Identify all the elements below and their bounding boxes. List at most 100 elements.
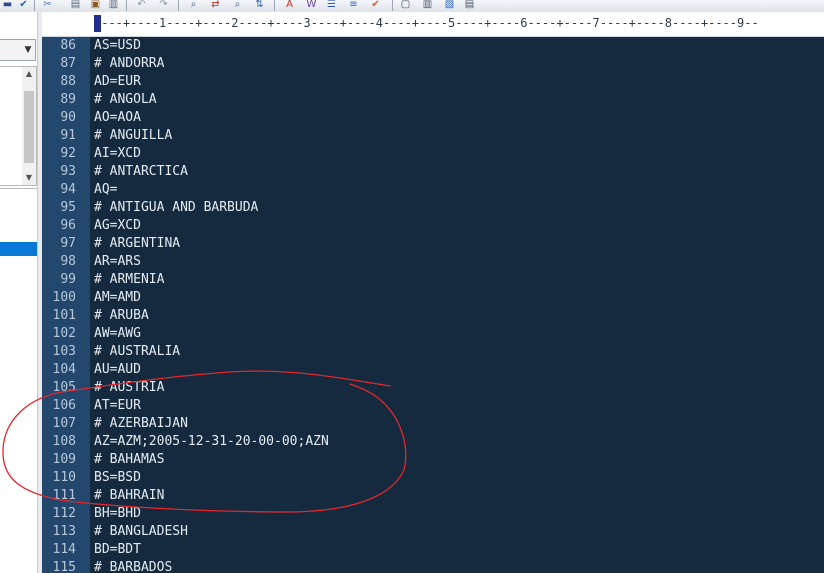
code-line[interactable]: 94 AQ= — [42, 181, 824, 199]
line-text[interactable]: AO=AOA — [94, 109, 141, 127]
code-line[interactable]: 97 # ARGENTINA — [42, 235, 824, 253]
code-line[interactable]: 110 BS=BSD — [42, 469, 824, 487]
compare-icon[interactable]: ▧ — [442, 0, 457, 11]
line-text[interactable]: AI=XCD — [94, 145, 141, 163]
code-line[interactable]: 104 AU=AUD — [42, 361, 824, 379]
line-text[interactable]: # BAHRAIN — [94, 487, 164, 505]
toolbar-separator — [274, 0, 275, 11]
code-line[interactable]: 89 # ANGOLA — [42, 91, 824, 109]
line-text[interactable]: AQ= — [94, 181, 117, 199]
code-line[interactable]: 107 # AZERBAIJAN — [42, 415, 824, 433]
line-text[interactable]: # AUSTRIA — [94, 379, 164, 397]
line-number: 98 — [60, 254, 76, 269]
code-line[interactable]: 95 # ANTIGUA AND BARBUDA — [42, 199, 824, 217]
code-line[interactable]: 87 # ANDORRA — [42, 55, 824, 73]
line-text[interactable]: # BAHAMAS — [94, 451, 164, 469]
code-line[interactable]: 115 # BARBADOS — [42, 559, 824, 573]
spell-check-icon[interactable]: ✔ — [368, 0, 383, 11]
chevron-down-icon[interactable]: ▼ — [21, 40, 35, 60]
code-line[interactable]: 96 AG=XCD — [42, 217, 824, 235]
line-text[interactable]: # BANGLADESH — [94, 523, 188, 541]
function-list-box[interactable]: ▲ ▼ — [0, 66, 37, 186]
code-line[interactable]: 91 # ANGUILLA — [42, 127, 824, 145]
left-pane: ▼ ▲ ▼ — [0, 12, 42, 573]
code-line[interactable]: 90 AO=AOA — [42, 109, 824, 127]
line-text[interactable]: BH=BHD — [94, 505, 141, 523]
line-text[interactable]: # ARUBA — [94, 307, 149, 325]
line-text[interactable]: AS=USD — [94, 37, 141, 55]
copy-icon[interactable]: ▤ — [68, 0, 83, 11]
line-text[interactable]: AT=EUR — [94, 397, 141, 415]
word-wrap-icon[interactable]: W — [304, 0, 319, 11]
line-text[interactable]: AD=EUR — [94, 73, 141, 91]
check-icon[interactable]: ✔ — [16, 0, 31, 11]
replace-icon[interactable]: ⇄ — [208, 0, 223, 11]
line-text[interactable]: # BARBADOS — [94, 559, 172, 573]
undo-icon[interactable]: ↶ — [134, 0, 149, 11]
list-scrollbar[interactable]: ▲ ▼ — [22, 67, 36, 185]
sort-icon[interactable]: ⇅ — [252, 0, 267, 11]
line-text[interactable]: # ANGOLA — [94, 91, 157, 109]
line-text[interactable]: # ANDORRA — [94, 55, 164, 73]
code-line[interactable]: 98 AR=ARS — [42, 253, 824, 271]
line-text[interactable]: AZ=AZM;2005-12-31-20-00-00;AZN — [94, 433, 329, 451]
code-line[interactable]: 106 AT=EUR — [42, 397, 824, 415]
code-line[interactable]: 113 # BANGLADESH — [42, 523, 824, 541]
line-text[interactable]: AM=AMD — [94, 289, 141, 307]
code-line[interactable]: 105 # AUSTRIA — [42, 379, 824, 397]
selected-tree-item[interactable] — [0, 242, 37, 256]
line-text[interactable]: # ARMENIA — [94, 271, 164, 289]
line-text[interactable]: AU=AUD — [94, 361, 141, 379]
code-line[interactable]: 102 AW=AWG — [42, 325, 824, 343]
find-in-files-icon[interactable]: ⌕ — [230, 0, 245, 11]
line-text[interactable]: AR=ARS — [94, 253, 141, 271]
font-icon[interactable]: A — [282, 0, 297, 11]
abc-icon[interactable]: ≡ — [346, 0, 361, 11]
code-line[interactable]: 100 AM=AMD — [42, 289, 824, 307]
line-text[interactable]: # ANTARCTICA — [94, 163, 188, 181]
code-line[interactable]: 101 # ARUBA — [42, 307, 824, 325]
toolbar-separator — [126, 0, 127, 11]
code-editor[interactable]: ----+----1----+----2----+----3----+----4… — [42, 12, 824, 573]
find-icon[interactable]: ⌕ — [186, 0, 201, 11]
editor-lines[interactable]: 86 AS=USD 87 # ANDORRA 88 AD=EUR 89 # ANGOLA 90 A… — [42, 37, 824, 573]
file-type-dropdown[interactable]: ▼ — [0, 39, 36, 61]
scroll-thumb[interactable] — [24, 91, 34, 163]
doc-icon[interactable]: ▤ — [462, 0, 477, 11]
code-line[interactable]: 111 # BAHRAIN — [42, 487, 824, 505]
toolbar-separator — [392, 0, 393, 11]
save-icon[interactable]: ▬ — [0, 0, 15, 11]
code-line[interactable]: 103 # AUSTRALIA — [42, 343, 824, 361]
line-text[interactable]: # ANGUILLA — [94, 127, 172, 145]
line-text[interactable]: BD=BDT — [94, 541, 141, 559]
code-line[interactable]: 86 AS=USD — [42, 37, 824, 55]
redo-icon[interactable]: ↷ — [156, 0, 171, 11]
code-line[interactable]: 99 # ARMENIA — [42, 271, 824, 289]
line-text[interactable]: # ANTIGUA AND BARBUDA — [94, 199, 258, 217]
window-icon[interactable]: ▢ — [398, 0, 413, 11]
line-number: 105 — [52, 380, 76, 395]
code-line[interactable]: 112 BH=BHD — [42, 505, 824, 523]
code-line[interactable]: 92 AI=XCD — [42, 145, 824, 163]
scroll-down-icon[interactable]: ▼ — [22, 171, 36, 185]
code-line[interactable]: 114 BD=BDT — [42, 541, 824, 559]
line-number: 108 — [52, 434, 76, 449]
toolbar-separator — [34, 0, 35, 11]
code-line[interactable]: 109 # BAHAMAS — [42, 451, 824, 469]
line-text[interactable]: # AUSTRALIA — [94, 343, 180, 361]
line-text[interactable]: AG=XCD — [94, 217, 141, 235]
indent-icon[interactable]: ☰ — [324, 0, 339, 11]
line-text[interactable]: # AZERBAIJAN — [94, 415, 188, 433]
code-line[interactable]: 88 AD=EUR — [42, 73, 824, 91]
paste-special-icon[interactable]: ▥ — [106, 0, 121, 11]
code-line[interactable]: 93 # ANTARCTICA — [42, 163, 824, 181]
line-number: 87 — [60, 56, 76, 71]
scroll-up-icon[interactable]: ▲ — [22, 67, 36, 81]
line-text[interactable]: AW=AWG — [94, 325, 141, 343]
clip-icon[interactable]: ✂ — [40, 0, 55, 11]
split-icon[interactable]: ▥ — [420, 0, 435, 11]
line-text[interactable]: # ARGENTINA — [94, 235, 180, 253]
line-text[interactable]: BS=BSD — [94, 469, 141, 487]
paste-icon[interactable]: ▣ — [88, 0, 103, 11]
code-line[interactable]: 108 AZ=AZM;2005-12-31-20-00-00;AZN — [42, 433, 824, 451]
